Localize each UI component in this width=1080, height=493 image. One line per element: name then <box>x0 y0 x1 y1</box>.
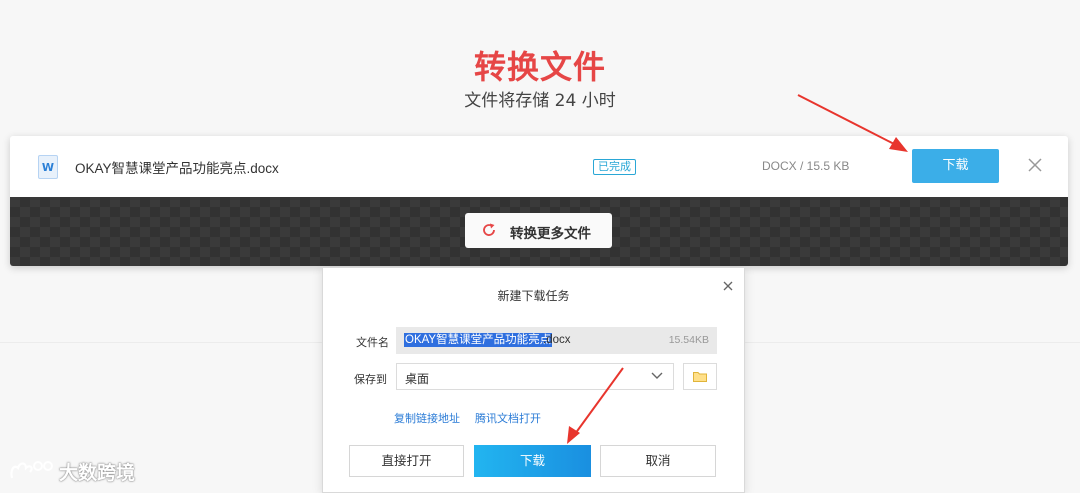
convert-more-button[interactable]: 转换更多文件 <box>465 213 612 248</box>
file-row: W OKAY智慧课堂产品功能亮点.docx 已完成 DOCX / 15.5 KB… <box>10 136 1068 197</box>
filename-selected-text: OKAY智慧课堂产品功能亮点 <box>404 333 553 347</box>
saveto-label: 保存到 <box>354 373 387 386</box>
folder-icon <box>693 372 707 382</box>
dialog-title: 新建下载任务 <box>497 289 570 303</box>
file-name: OKAY智慧课堂产品功能亮点.docx <box>75 161 279 176</box>
convert-more-band: 转换更多文件 <box>10 197 1068 266</box>
page-title: 转换文件 <box>473 48 606 86</box>
status-badge: 已完成 <box>593 159 636 175</box>
watermark-text: 大数跨境 <box>59 462 136 484</box>
dialog-close-icon[interactable] <box>721 279 735 293</box>
filename-extension: .docx <box>543 334 571 346</box>
saveto-value: 桌面 <box>405 372 430 386</box>
cancel-button[interactable]: 取消 <box>600 445 716 477</box>
tencent-docs-link[interactable]: 腾讯文档打开 <box>475 410 541 426</box>
open-directly-button[interactable]: 直接打开 <box>349 445 464 477</box>
file-meta: DOCX / 15.5 KB <box>762 159 850 173</box>
file-size: 15.54KB <box>668 334 709 346</box>
brand-logo-icon <box>10 461 53 479</box>
download-button[interactable]: 下载 <box>912 149 999 183</box>
refresh-icon <box>483 223 495 236</box>
watermark: 大数跨境 <box>8 456 148 486</box>
saveto-select[interactable]: 桌面 <box>396 363 674 390</box>
close-icon[interactable] <box>1024 154 1046 176</box>
page-subtitle: 文件将存储 24 小时 <box>464 91 616 111</box>
browse-folder-button[interactable] <box>683 363 717 390</box>
convert-more-label: 转换更多文件 <box>510 226 591 242</box>
download-dialog: 新建下载任务 文件名 OKAY智慧课堂产品功能亮点 .docx 15.54KB … <box>322 267 745 493</box>
copy-link-link[interactable]: 复制链接地址 <box>394 410 460 426</box>
filename-field[interactable]: OKAY智慧课堂产品功能亮点 .docx 15.54KB <box>396 327 717 354</box>
dialog-download-button[interactable]: 下载 <box>474 445 591 477</box>
word-doc-icon: W <box>38 155 58 179</box>
filename-label: 文件名 <box>356 336 389 349</box>
chevron-down-icon <box>651 372 663 379</box>
